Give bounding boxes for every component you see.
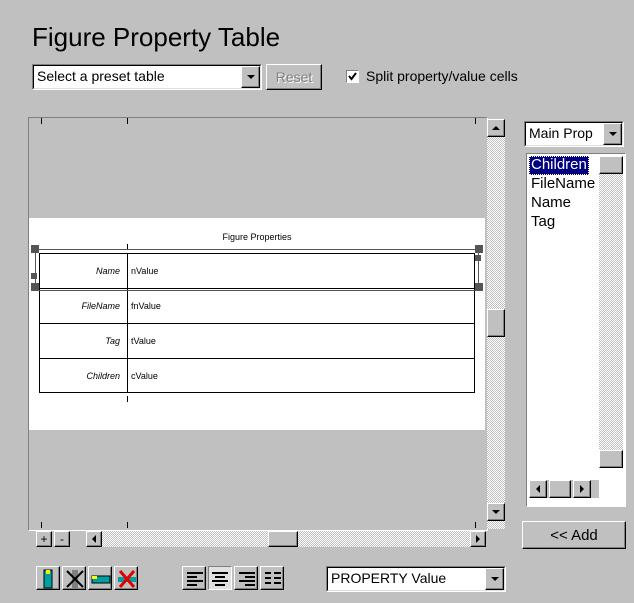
preset-dropdown-button[interactable]	[241, 66, 260, 88]
scroll-up-button[interactable]	[487, 119, 505, 137]
delete-row-icon	[118, 570, 136, 588]
table-row[interactable]: Tag tValue	[39, 323, 475, 358]
selection-outline	[35, 249, 479, 291]
property-list[interactable]: Children FileName Name Tag	[526, 153, 626, 507]
check-icon	[348, 72, 357, 81]
insert-row-icon	[91, 575, 111, 584]
insert-column-icon	[43, 569, 53, 589]
list-item[interactable]: Children	[529, 156, 589, 175]
list-vertical-scrollbar[interactable]	[599, 156, 623, 468]
align-justify-button[interactable]	[260, 566, 284, 590]
scroll-right-button[interactable]	[470, 531, 486, 547]
table-row[interactable]: FileName fnValue	[39, 288, 475, 323]
list-item[interactable]: FileName	[531, 175, 595, 192]
list-scroll-right[interactable]	[573, 480, 591, 498]
preview-panel: Figure Properties Name nValue FileName f…	[28, 117, 488, 531]
split-cells-checkbox[interactable]	[346, 70, 359, 83]
scroll-thumb[interactable]	[487, 309, 505, 337]
value-cell: tValue	[131, 336, 156, 346]
preset-table-select[interactable]: Select a preset table	[32, 64, 262, 90]
resize-handle[interactable]	[31, 283, 39, 291]
list-scroll-thumb[interactable]	[599, 156, 623, 174]
value-cell: fnValue	[131, 301, 161, 311]
preview-vertical-scrollbar[interactable]	[487, 119, 505, 529]
property-cell: FileName	[40, 289, 128, 323]
resize-handle[interactable]	[475, 245, 483, 253]
property-cell: Children	[40, 359, 128, 392]
preview-horizontal-scrollbar[interactable]	[86, 531, 486, 547]
cell-format-select[interactable]: PROPERTY Value	[326, 566, 506, 592]
align-left-icon	[187, 572, 203, 586]
zoom-in-button[interactable]: +	[36, 531, 52, 547]
reset-label: Reset	[275, 69, 313, 85]
resize-handle[interactable]	[31, 245, 39, 253]
scroll-left-button[interactable]	[86, 531, 102, 547]
arrow-left-icon	[536, 485, 540, 493]
insert-row-button[interactable]	[88, 566, 112, 590]
align-center-button[interactable]	[208, 566, 232, 590]
cell-format-value: PROPERTY Value	[331, 570, 447, 586]
chevron-down-icon	[490, 577, 499, 581]
add-property-button[interactable]: << Add	[522, 521, 626, 549]
arrow-right-icon	[580, 485, 584, 493]
align-left-button[interactable]	[182, 566, 206, 590]
property-category-value: Main Prop	[529, 125, 593, 141]
dialog-title: Figure Property Table	[32, 22, 281, 52]
list-item[interactable]: Tag	[531, 213, 555, 230]
zoom-out-label: -	[60, 532, 64, 546]
list-hscroll-thumb[interactable]	[549, 480, 571, 498]
cell-format-dropdown[interactable]	[485, 568, 504, 590]
property-category-dropdown[interactable]	[603, 123, 622, 145]
arrow-down-icon	[492, 510, 500, 514]
add-button-label: << Add	[550, 526, 598, 544]
list-item[interactable]: Name	[531, 194, 571, 211]
align-right-icon	[239, 572, 255, 586]
property-cell: Tag	[40, 324, 128, 358]
delete-column-icon	[66, 570, 84, 588]
value-cell: cValue	[131, 371, 158, 381]
delete-column-button[interactable]	[62, 566, 86, 590]
zoom-out-button[interactable]: -	[54, 531, 70, 547]
arrow-right-icon	[476, 535, 480, 543]
list-scroll-left[interactable]	[529, 480, 547, 498]
delete-row-button[interactable]	[114, 566, 138, 590]
align-center-icon	[212, 572, 228, 586]
split-cells-label: Split property/value cells	[366, 68, 518, 84]
align-justify-icon	[265, 572, 281, 584]
arrow-left-icon	[92, 535, 96, 543]
insert-column-button[interactable]	[36, 566, 60, 590]
align-right-button[interactable]	[234, 566, 258, 590]
zoom-in-label: +	[40, 532, 48, 546]
table-row[interactable]: Children cValue	[39, 358, 475, 393]
table-caption: Figure Properties	[222, 232, 292, 242]
property-category-select[interactable]: Main Prop	[524, 121, 624, 147]
reset-button[interactable]: Reset	[266, 64, 322, 90]
list-horizontal-scrollbar[interactable]	[529, 480, 599, 498]
list-scroll-bottom[interactable]	[599, 450, 623, 468]
chevron-down-icon	[246, 75, 255, 79]
resize-handle[interactable]	[475, 283, 483, 291]
arrow-up-icon	[492, 126, 500, 130]
horizontal-scroll-thumb[interactable]	[268, 531, 298, 547]
chevron-down-icon	[608, 132, 617, 136]
preset-select-value: Select a preset table	[37, 68, 165, 84]
scroll-down-button[interactable]	[487, 503, 505, 521]
